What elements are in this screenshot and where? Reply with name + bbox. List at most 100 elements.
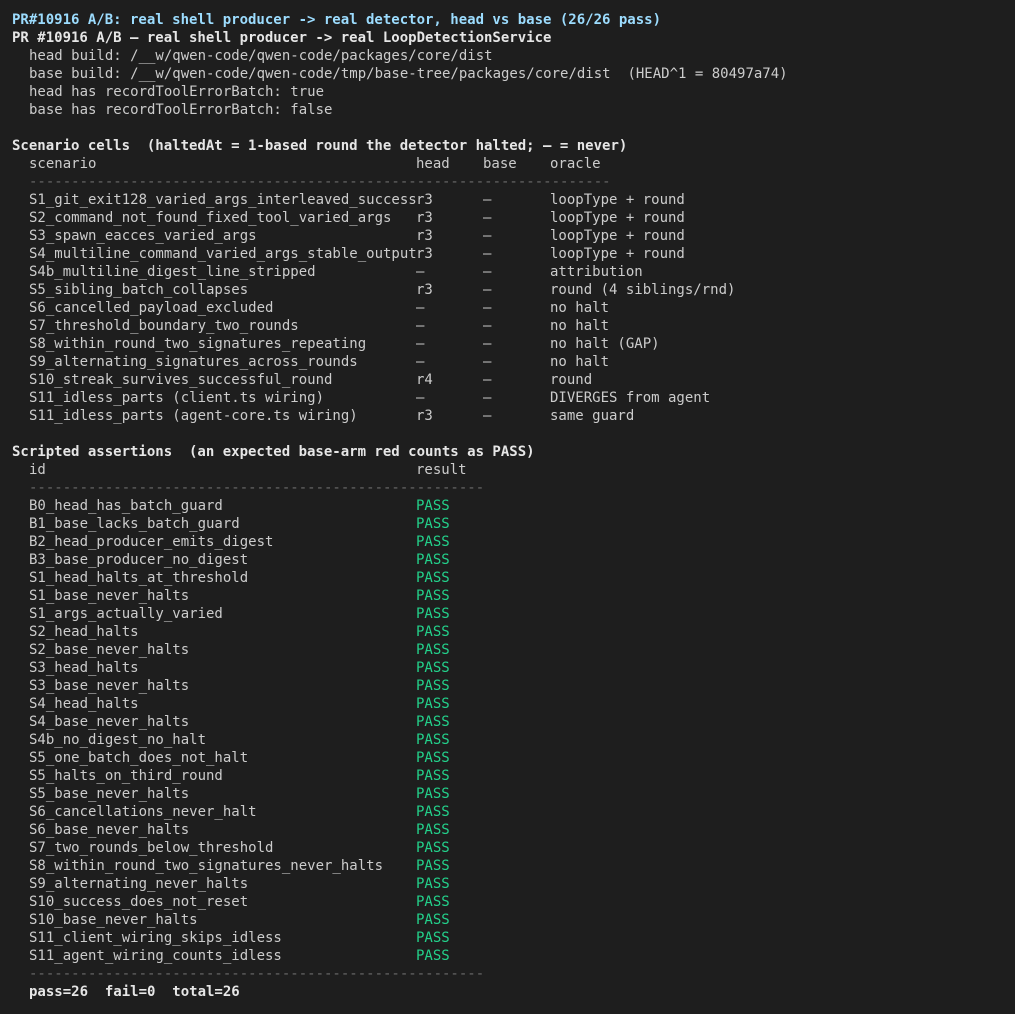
col-id: id <box>29 462 46 478</box>
base-result: — <box>483 318 492 334</box>
scenario-name: S1_git_exit128_varied_args_interleaved_s… <box>29 192 417 208</box>
scenario-table-body: S1_git_exit128_varied_args_interleaved_s… <box>12 191 1015 425</box>
table-row: S11_client_wiring_skips_idless PASS <box>12 929 1015 947</box>
table-row: S10_success_does_not_reset PASS <box>12 893 1015 911</box>
oracle-value: loopType + round <box>550 192 685 208</box>
col-scenario: scenario <box>29 156 97 172</box>
assertion-id: S3_head_halts <box>29 660 139 676</box>
table-row: S4b_multiline_digest_line_stripped — — attr… <box>12 263 1015 281</box>
assertion-id: S5_halts_on_third_round <box>29 768 223 784</box>
assertion-result: PASS <box>416 912 450 928</box>
assertion-id: S2_head_halts <box>29 624 139 640</box>
base-result: — <box>483 228 492 244</box>
assertions-separator: ----------------------------------------… <box>29 480 485 496</box>
scenario-name: S5_sibling_batch_collapses <box>29 282 249 298</box>
assertion-result: PASS <box>416 552 450 568</box>
col-base: base <box>483 156 517 172</box>
table-row: S6_cancelled_payload_excluded — — no halt <box>12 299 1015 317</box>
assertion-result: PASS <box>416 696 450 712</box>
table-row: B0_head_has_batch_guard PASS <box>12 497 1015 515</box>
table-row: S4_multiline_command_varied_args_stable_… <box>12 245 1015 263</box>
oracle-value: loopType + round <box>550 228 685 244</box>
assertion-id: S10_base_never_halts <box>29 912 198 928</box>
head-result: — <box>416 300 425 316</box>
table-row: S5_sibling_batch_collapses r3 — round (4 si… <box>12 281 1015 299</box>
head-result: r3 <box>416 408 433 424</box>
base-result: — <box>483 390 492 406</box>
assertion-id: S11_client_wiring_skips_idless <box>29 930 282 946</box>
table-row: S1_git_exit128_varied_args_interleaved_s… <box>12 191 1015 209</box>
base-result: — <box>483 354 492 370</box>
assertion-id: S1_head_halts_at_threshold <box>29 570 249 586</box>
assertion-result: PASS <box>416 822 450 838</box>
assertion-result: PASS <box>416 660 450 676</box>
build-info-line: head has recordToolErrorBatch: true <box>29 84 325 100</box>
build-info: head build: /__w/qwen-code/qwen-code/pac… <box>12 47 1015 119</box>
scenario-separator: ----------------------------------------… <box>29 174 611 190</box>
scenario-name: S10_streak_survives_successful_round <box>29 372 333 388</box>
oracle-value: loopType + round <box>550 246 685 262</box>
head-result: — <box>416 318 425 334</box>
footer-separator: ----------------------------------------… <box>29 966 485 982</box>
build-info-line: head build: /__w/qwen-code/qwen-code/pac… <box>29 48 493 64</box>
table-row: S5_base_never_halts PASS <box>12 785 1015 803</box>
scenario-name: S7_threshold_boundary_two_rounds <box>29 318 299 334</box>
assertion-id: B2_head_producer_emits_digest <box>29 534 274 550</box>
oracle-value: no halt (GAP) <box>550 336 660 352</box>
assertion-id: S10_success_does_not_reset <box>29 894 249 910</box>
build-info-line: base build: /__w/qwen-code/qwen-code/tmp… <box>29 66 788 82</box>
assertion-result: PASS <box>416 642 450 658</box>
head-result: — <box>416 336 425 352</box>
oracle-value: loopType + round <box>550 210 685 226</box>
col-oracle: oracle <box>550 156 601 172</box>
assertions-heading: Scripted assertions (an expected base-ar… <box>12 444 535 460</box>
assertion-id: S6_cancellations_never_halt <box>29 804 257 820</box>
assertion-id: S5_one_batch_does_not_halt <box>29 750 249 766</box>
table-row: S3_base_never_halts PASS <box>12 677 1015 695</box>
base-result: — <box>483 246 492 262</box>
head-result: — <box>416 354 425 370</box>
oracle-value: round (4 siblings/rnd) <box>550 282 736 298</box>
table-row: S4_head_halts PASS <box>12 695 1015 713</box>
table-row: S8_within_round_two_signatures_repeating… <box>12 335 1015 353</box>
table-row: S9_alternating_never_halts PASS <box>12 875 1015 893</box>
assertion-id: B3_base_producer_no_digest <box>29 552 249 568</box>
scenario-name: S2_command_not_found_fixed_tool_varied_a… <box>29 210 392 226</box>
table-row: S9_alternating_signatures_across_rounds —… <box>12 353 1015 371</box>
head-result: r4 <box>416 372 433 388</box>
oracle-value: attribution <box>550 264 643 280</box>
head-result: — <box>416 390 425 406</box>
oracle-value: no halt <box>550 300 610 316</box>
assertion-result: PASS <box>416 606 450 622</box>
table-row: S3_spawn_eacces_varied_args r3 — loopType +… <box>12 227 1015 245</box>
assertion-result: PASS <box>416 516 450 532</box>
table-row: S6_cancellations_never_halt PASS <box>12 803 1015 821</box>
table-row: S2_command_not_found_fixed_tool_varied_a… <box>12 209 1015 227</box>
assertion-id: S4b_no_digest_no_halt <box>29 732 207 748</box>
oracle-value: DIVERGES from agent <box>550 390 711 406</box>
assertion-result: PASS <box>416 876 450 892</box>
summary-line: pass=26 fail=0 total=26 <box>29 984 240 1000</box>
table-row: S7_two_rounds_below_threshold PASS <box>12 839 1015 857</box>
scenario-name: S11_idless_parts (agent-core.ts wiring) <box>29 408 358 424</box>
build-info-line: base has recordToolErrorBatch: false <box>29 102 333 118</box>
table-row: B3_base_producer_no_digest PASS <box>12 551 1015 569</box>
table-row: S5_one_batch_does_not_halt PASS <box>12 749 1015 767</box>
table-row: S11_idless_parts (client.ts wiring) — — DIV… <box>12 389 1015 407</box>
assertions-table-body: B0_head_has_batch_guard PASS B1_base_lacks… <box>12 497 1015 965</box>
assertion-id: S1_base_never_halts <box>29 588 190 604</box>
assertion-id: S4_base_never_halts <box>29 714 190 730</box>
table-row: S6_base_never_halts PASS <box>12 821 1015 839</box>
assertion-result: PASS <box>416 750 450 766</box>
assertion-id: S2_base_never_halts <box>29 642 190 658</box>
assertion-result: PASS <box>416 714 450 730</box>
assertion-id: S7_two_rounds_below_threshold <box>29 840 274 856</box>
table-row: B1_base_lacks_batch_guard PASS <box>12 515 1015 533</box>
assertion-result: PASS <box>416 588 450 604</box>
table-row: S7_threshold_boundary_two_rounds — — no hal… <box>12 317 1015 335</box>
col-result: result <box>416 462 467 478</box>
table-row: S4b_no_digest_no_halt PASS <box>12 731 1015 749</box>
scenario-name: S8_within_round_two_signatures_repeating <box>29 336 367 352</box>
oracle-value: same guard <box>550 408 635 424</box>
terminal-output: PR#10916 A/B: real shell producer -> rea… <box>12 11 1015 1001</box>
